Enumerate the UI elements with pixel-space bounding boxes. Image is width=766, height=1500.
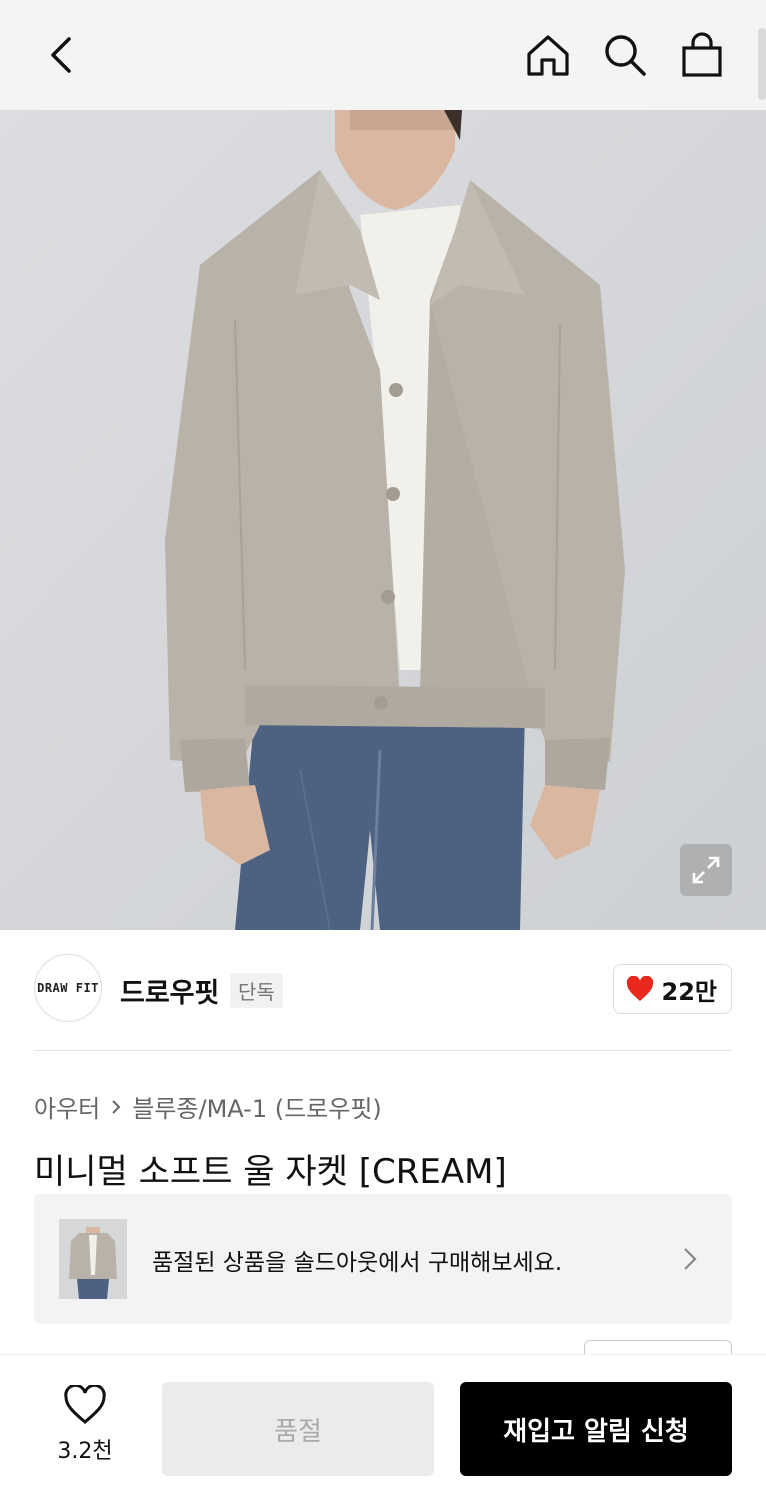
heart-filled-icon [626,976,653,1001]
top-navigation-bar [0,0,766,110]
product-title: 미니멀 소프트 울 자켓 [CREAM] [34,1152,507,1192]
heart-outline-icon [64,1383,106,1424]
exclusive-badge: 단독 [230,973,283,1008]
soldout-banner[interactable]: 품절된 상품을 솔드아웃에서 구매해보세요. [34,1194,732,1324]
search-icon [605,35,646,76]
breadcrumb-category[interactable]: 아우터 [34,1089,100,1124]
soldout-button[interactable]: 품절 [162,1382,434,1476]
divider [34,1050,732,1051]
expand-image-button[interactable] [680,844,732,896]
brand-name[interactable]: 드로우핏 [120,971,219,1010]
wishlist-button[interactable]: 3.2천 [40,1383,130,1465]
soldout-thumbnail [59,1219,127,1299]
brand-logo[interactable]: DRAW FIT [34,954,102,1022]
bottom-action-bar: 3.2천 품절 재입고 알림 신청 [0,1354,766,1500]
search-button[interactable] [600,30,650,80]
home-button[interactable] [523,30,573,80]
chevron-left-icon [51,37,71,73]
expand-icon [692,856,720,884]
shopping-bag-icon [682,32,722,77]
brand-like-button[interactable]: 22만 [612,964,732,1014]
jacket-photo [0,110,766,930]
wishlist-count: 3.2천 [57,1439,113,1464]
restock-notify-button[interactable]: 재입고 알림 신청 [460,1382,732,1476]
breadcrumb: 아우터 블루종/MA-1 (드로우핏) [34,1089,382,1124]
product-image[interactable] [0,110,766,930]
chevron-right-icon [112,1099,121,1114]
coupon-button[interactable] [584,1340,732,1354]
breadcrumb-subcategory[interactable]: 블루종/MA-1 (드로우핏) [132,1089,382,1124]
brand-like-count: 22만 [661,977,717,1006]
chevron-right-icon [684,1248,697,1270]
price-row-peek [0,1324,766,1354]
brand-row: DRAW FIT 드로우핏 단독 22만 [34,954,732,1024]
scrollbar[interactable] [758,28,766,100]
home-icon [527,35,569,76]
soldout-banner-text: 품절된 상품을 솔드아웃에서 구매해보세요. [152,1250,563,1276]
cart-button[interactable] [677,30,727,80]
back-button[interactable] [36,30,86,80]
